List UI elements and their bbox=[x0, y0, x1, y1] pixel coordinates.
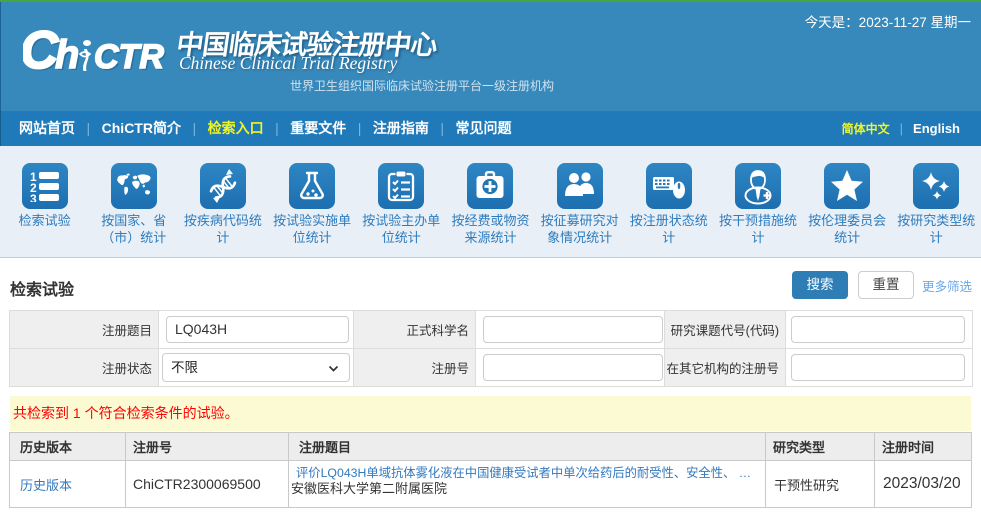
svg-text:C: C bbox=[23, 27, 59, 80]
svg-text:3: 3 bbox=[30, 192, 37, 202]
svg-text:h: h bbox=[55, 33, 79, 77]
svg-text:CTR: CTR bbox=[94, 38, 164, 76]
